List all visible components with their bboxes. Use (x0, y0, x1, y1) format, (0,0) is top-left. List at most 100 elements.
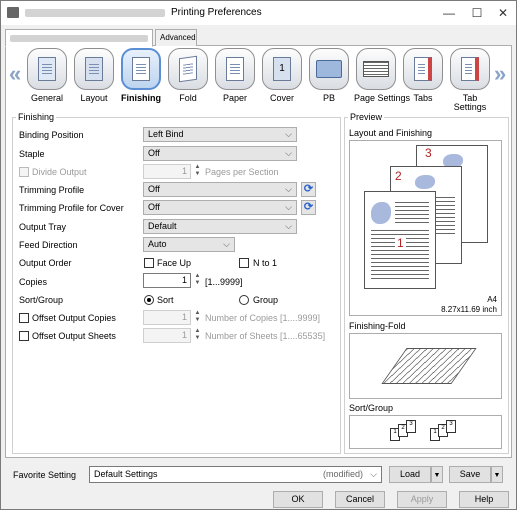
layout-icon (85, 57, 103, 81)
spinner-arrows-icon[interactable]: ▲ ▼ (193, 164, 202, 179)
offset-sheets-spinner[interactable]: 1 (143, 328, 191, 343)
group-radio-label: Group (253, 295, 279, 305)
trimming-profile-cover-select[interactable]: Off ⌵ (143, 200, 297, 215)
title-bar: Printing Preferences — ☐ ✕ (1, 1, 516, 25)
offset-copies-suffix: Number of Copies [1....9999] (205, 313, 321, 323)
output-tray-label: Output Tray (19, 222, 67, 232)
cover-icon: 1 (273, 57, 291, 81)
chevron-down-icon: ⌵ (285, 129, 292, 139)
feature-tab-cover[interactable]: 1 Cover (260, 48, 304, 103)
tab-device[interactable] (5, 29, 153, 47)
feature-tab-label: Cover (269, 93, 294, 103)
feature-tab-fold[interactable]: Fold (166, 48, 210, 103)
apply-button[interactable]: Apply (397, 491, 447, 508)
feature-tab-label: Layout (80, 93, 108, 103)
pb-icon (316, 60, 342, 78)
feature-tab-finishing[interactable]: Finishing (119, 48, 163, 103)
refresh-icon[interactable]: ⟳ (301, 182, 316, 197)
refresh-icon[interactable]: ⟳ (301, 200, 316, 215)
chevron-down-icon: ⌵ (285, 202, 292, 212)
finishing-fold-title: Finishing-Fold (349, 321, 406, 331)
cancel-button[interactable]: Cancel (335, 491, 385, 508)
flower-image-icon (415, 175, 435, 189)
tabs-icon (414, 57, 432, 81)
offset-copies-spinner[interactable]: 1 (143, 310, 191, 325)
minimize-button[interactable]: — (441, 5, 457, 21)
layout-preview: 3 2 1 A4 8.27x11.69 inch (349, 140, 502, 316)
offset-output-copies-checkbox[interactable] (19, 313, 29, 323)
feature-tab-tabs[interactable]: Tabs (401, 48, 445, 103)
chevron-down-icon: ⌵ (285, 221, 292, 231)
page-number: 3 (425, 146, 432, 160)
spinner-arrows-icon[interactable]: ▲ ▼ (193, 273, 202, 288)
feed-direction-label: Feed Direction (19, 240, 78, 250)
feature-tab-label: Tabs (413, 93, 433, 103)
face-up-label: Face Up (157, 258, 192, 268)
binding-position-select[interactable]: Left Bind ⌵ (143, 127, 297, 142)
trimming-profile-cover-label: Trimming Profile for Cover (19, 203, 124, 213)
sort-radio[interactable] (144, 295, 154, 305)
feature-tab-label: Fold (179, 93, 197, 103)
offset-output-copies-label: Offset Output Copies (32, 313, 116, 323)
feature-tab-page-settings[interactable]: Page Settings (354, 48, 410, 103)
load-button[interactable]: Load (389, 466, 431, 483)
page-settings-icon (363, 61, 389, 77)
divide-output-spinner[interactable]: 1 (143, 164, 191, 179)
layout-finishing-title: Layout and Finishing (349, 128, 433, 138)
printer-icon (7, 7, 19, 18)
spinner-arrows-icon[interactable]: ▲ ▼ (193, 328, 202, 343)
tab-settings-icon (461, 57, 479, 81)
trimming-profile-select[interactable]: Off ⌵ (143, 182, 297, 197)
tab-advanced[interactable]: Advanced (155, 29, 197, 46)
save-dropdown-button[interactable]: ▼ (491, 466, 503, 483)
sort-page: 3 (446, 420, 456, 433)
feature-tab-label: Finishing (121, 93, 161, 103)
output-tray-select[interactable]: Default ⌵ (143, 219, 297, 234)
scroll-right-arrow[interactable]: » (494, 61, 506, 87)
group-radio[interactable] (239, 295, 249, 305)
fold-preview (349, 333, 502, 399)
favorite-modified: (modified) (322, 469, 363, 479)
n-to-1-checkbox[interactable] (239, 258, 249, 268)
feature-tab-general[interactable]: General (25, 48, 69, 103)
sort-group-label: Sort/Group (19, 295, 64, 305)
divide-output-checkbox[interactable] (19, 167, 29, 177)
save-button[interactable]: Save (449, 466, 491, 483)
offset-output-sheets-label: Offset Output Sheets (32, 331, 116, 341)
scroll-left-arrow[interactable]: « (9, 61, 21, 87)
ok-button[interactable]: OK (273, 491, 323, 508)
finishing-icon (132, 57, 150, 81)
feature-tab-label: General (30, 93, 64, 103)
face-up-checkbox[interactable] (144, 258, 154, 268)
paper-size: A4 (487, 295, 497, 304)
feature-tab-paper[interactable]: Paper (213, 48, 257, 103)
copies-label: Copies (19, 277, 48, 287)
chevron-down-icon: ⌵ (285, 148, 292, 158)
feature-tab-layout[interactable]: Layout (72, 48, 116, 103)
feature-tab-tab-settings[interactable]: Tab Settings (448, 48, 492, 112)
copies-range: [1...9999] (205, 277, 243, 287)
preview-page: 1 (364, 191, 436, 289)
maximize-button[interactable]: ☐ (469, 5, 485, 21)
close-button[interactable]: ✕ (495, 5, 511, 21)
divide-output-label: Divide Output (32, 167, 87, 177)
sort-radio-label: Sort (157, 295, 174, 305)
finishing-group-title: Finishing (16, 112, 57, 122)
offset-output-sheets-checkbox[interactable] (19, 331, 29, 341)
page-number: 2 (395, 169, 402, 183)
staple-select[interactable]: Off ⌵ (143, 146, 297, 161)
feed-direction-select[interactable]: Auto ⌵ (143, 237, 235, 252)
copies-spinner[interactable]: 1 (143, 273, 191, 288)
spinner-arrows-icon[interactable]: ▲ ▼ (193, 310, 202, 325)
load-dropdown-button[interactable]: ▼ (431, 466, 443, 483)
caret-down-icon: ▼ (493, 472, 501, 479)
chevron-down-icon: ⌵ (223, 239, 230, 249)
favorite-setting-select[interactable]: Default Settings (modified) ⌵ (89, 466, 382, 483)
sort-page: 3 (406, 420, 416, 433)
feature-tab-pb[interactable]: PB (307, 48, 351, 103)
binding-position-value: Left Bind (148, 129, 184, 139)
help-button[interactable]: Help (459, 491, 509, 508)
favorite-setting-label: Favorite Setting (13, 470, 77, 480)
staple-label: Staple (19, 149, 45, 159)
chevron-down-icon: ⌵ (285, 184, 292, 194)
